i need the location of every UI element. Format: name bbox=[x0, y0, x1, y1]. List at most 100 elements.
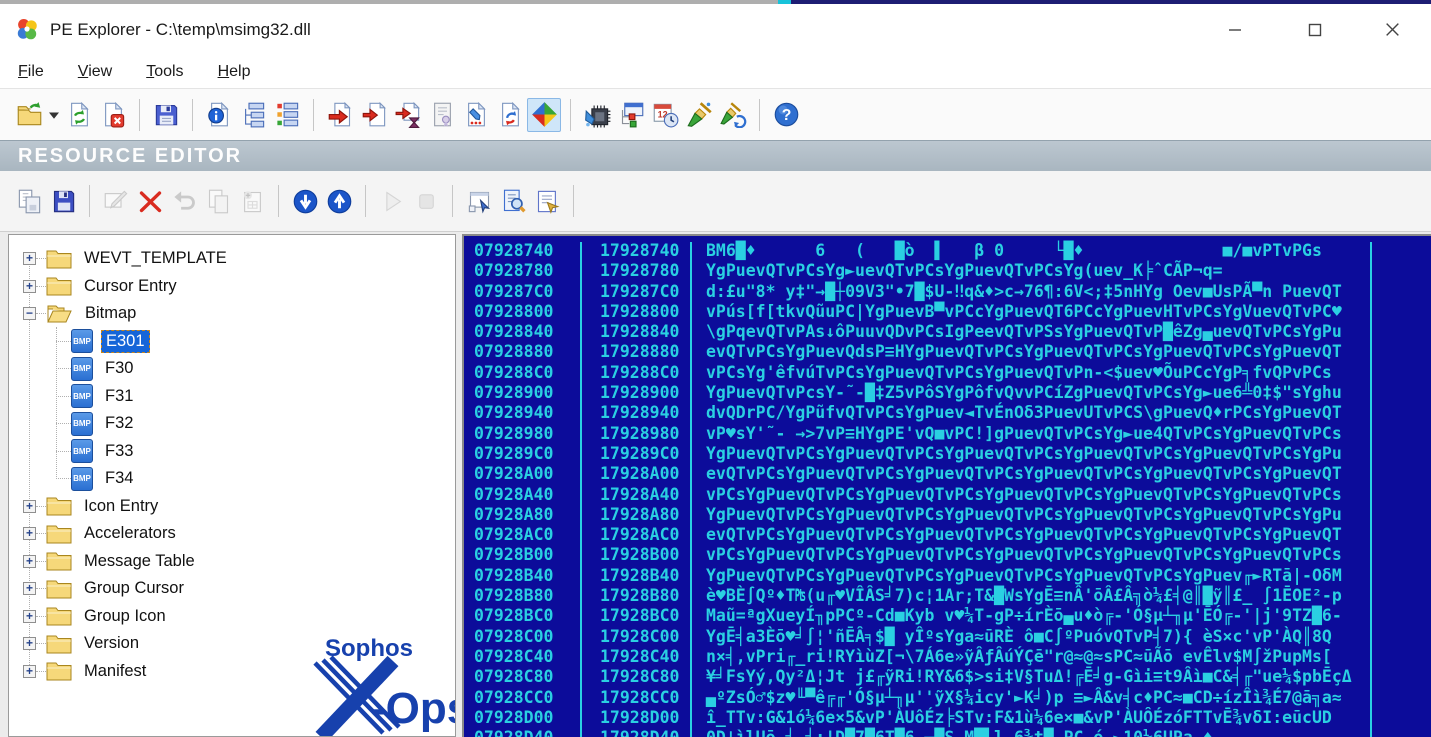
toolbar-separator bbox=[89, 185, 90, 217]
expander-plus-icon[interactable]: + bbox=[23, 527, 36, 540]
hex-row: 0792878017928780YgPuevQTvPCsYg►uevQTvPCs… bbox=[464, 261, 1431, 281]
menu-view[interactable]: View bbox=[78, 63, 112, 81]
tree-item-cursor-entry[interactable]: +Cursor Entry bbox=[9, 273, 455, 301]
resource-viewer-button[interactable] bbox=[496, 184, 530, 218]
hex-offset-2: 17928900 bbox=[600, 383, 679, 403]
open-file-dropdown-button[interactable] bbox=[46, 98, 62, 132]
tree-connector bbox=[56, 451, 71, 452]
hex-offset-1: 07928740 bbox=[474, 241, 553, 261]
expander-plus-icon[interactable]: + bbox=[23, 582, 36, 595]
expander-plus-icon[interactable]: + bbox=[23, 280, 36, 293]
expander-plus-icon[interactable]: + bbox=[23, 555, 36, 568]
save-file-button[interactable] bbox=[149, 98, 183, 132]
expander-plus-icon[interactable]: + bbox=[23, 610, 36, 623]
export-table-button[interactable] bbox=[323, 98, 357, 132]
tree-item-group-icon[interactable]: +Group Icon bbox=[9, 603, 455, 631]
disassembler-button[interactable] bbox=[580, 98, 614, 132]
hex-row: 07928C0017928C00YgĒ╡a3Èō♥╛∫¦'ñĒÂ╕$█ yÎºs… bbox=[464, 627, 1431, 647]
hex-offset-2: 17928C80 bbox=[600, 667, 679, 687]
menu-help[interactable]: Help bbox=[218, 63, 251, 81]
dialog-editor-button[interactable] bbox=[462, 184, 496, 218]
tree-item-bitmap[interactable]: −Bitmap bbox=[9, 300, 455, 328]
copy-item-button[interactable] bbox=[201, 184, 235, 218]
tree-connector bbox=[56, 341, 71, 342]
resource-editor-button[interactable] bbox=[527, 98, 561, 132]
copy-resource-button[interactable] bbox=[12, 184, 46, 218]
reload-file-button[interactable] bbox=[62, 98, 96, 132]
hex-offset-2: 17928940 bbox=[600, 403, 679, 423]
tree-item-e301[interactable]: BMPE301 bbox=[9, 328, 455, 356]
expander-plus-icon[interactable]: + bbox=[23, 637, 36, 650]
hex-ascii-data: d:£u"8* y‡"→█┼09V3"•7█$U-‼q&♦>c→76¶:6V<;… bbox=[706, 282, 1342, 302]
resource-tree-panel[interactable]: +WEVT_TEMPLATE+Cursor Entry−BitmapBMPE30… bbox=[8, 234, 456, 737]
hex-offset-2: 17928740 bbox=[600, 241, 679, 261]
broom-icon bbox=[686, 101, 713, 128]
play-button[interactable] bbox=[375, 184, 409, 218]
expander-minus-icon[interactable]: − bbox=[23, 307, 36, 320]
help-button[interactable]: ? bbox=[769, 98, 803, 132]
cleaner-button[interactable] bbox=[682, 98, 716, 132]
folder-icon bbox=[46, 579, 72, 599]
tree-item-f31[interactable]: BMPF31 bbox=[9, 383, 455, 411]
tree-item-group-cursor[interactable]: +Group Cursor bbox=[9, 575, 455, 603]
data-directories-icon bbox=[274, 101, 301, 128]
import-table-button[interactable] bbox=[357, 98, 391, 132]
maximize-button[interactable] bbox=[1285, 4, 1345, 55]
hex-row: 0792890017928900YgPuevQTvPcsY-˜-█‡Z5vPôS… bbox=[464, 383, 1431, 403]
hex-offset-1: 079289C0 bbox=[474, 444, 553, 464]
hex-row: 07928C8017928C80¥╛FsYý,Qy²Δ¦Jt j£╓ỹRi!RY… bbox=[464, 667, 1431, 687]
stop-button[interactable] bbox=[409, 184, 443, 218]
title-bar[interactable]: PE Explorer - C:\temp\msimg32.dll bbox=[0, 4, 1431, 55]
menu-tools[interactable]: Tools bbox=[146, 63, 183, 81]
expander-plus-icon[interactable]: + bbox=[23, 500, 36, 513]
file-headers-button[interactable] bbox=[236, 98, 270, 132]
expander-plus-icon[interactable]: + bbox=[23, 252, 36, 265]
hex-row: 07928A0017928A00evQTvPCsYgPuevQTvPCsYgPu… bbox=[464, 464, 1431, 484]
delay-import-button[interactable] bbox=[391, 98, 425, 132]
time-date-stamp-button[interactable]: 12 bbox=[648, 98, 682, 132]
hex-row: 07928D0017928D00î_TTv:G&1ó¼6e×5&vP'ÀUôÉz… bbox=[464, 708, 1431, 728]
tree-item-wevt-template[interactable]: +WEVT_TEMPLATE bbox=[9, 245, 455, 273]
undo-button[interactable] bbox=[167, 184, 201, 218]
minimize-icon bbox=[1227, 22, 1243, 38]
rebuilder-button[interactable] bbox=[716, 98, 750, 132]
hex-row: 0792880017928800vPús[f[tkvQũuPC|YgPuevB▀… bbox=[464, 302, 1431, 322]
delete-resource-button[interactable] bbox=[133, 184, 167, 218]
move-down-button[interactable] bbox=[288, 184, 322, 218]
close-file-button[interactable] bbox=[96, 98, 130, 132]
tree-item-icon-entry[interactable]: +Icon Entry bbox=[9, 493, 455, 521]
hex-row: 0792874017928740BM6█♦ 6 ( █ò ▌ β 0 └█♦ ■… bbox=[464, 241, 1431, 261]
add-resource-button[interactable] bbox=[235, 184, 269, 218]
hex-offset-2: 17928A00 bbox=[600, 464, 679, 484]
security-directory-button[interactable] bbox=[425, 98, 459, 132]
rename-resource-button[interactable] bbox=[99, 184, 133, 218]
dialog-editor-icon bbox=[466, 188, 493, 215]
file-info-button[interactable] bbox=[202, 98, 236, 132]
minimize-button[interactable] bbox=[1205, 4, 1265, 55]
close-button[interactable] bbox=[1362, 4, 1422, 55]
relocations-button[interactable] bbox=[493, 98, 527, 132]
tree-item-f30[interactable]: BMPF30 bbox=[9, 355, 455, 383]
tree-item-accelerators[interactable]: +Accelerators bbox=[9, 520, 455, 548]
hex-offset-2: 17928780 bbox=[600, 261, 679, 281]
dependency-scanner-button[interactable] bbox=[614, 98, 648, 132]
save-resource-button[interactable] bbox=[46, 184, 80, 218]
data-directories-button[interactable] bbox=[270, 98, 304, 132]
resource-properties-icon bbox=[534, 188, 561, 215]
watermark-brand: Sophos bbox=[325, 635, 413, 662]
tree-item-f33[interactable]: BMPF33 bbox=[9, 438, 455, 466]
open-file-button[interactable] bbox=[12, 98, 46, 132]
export-icon bbox=[327, 101, 354, 128]
hex-offset-1: 07928940 bbox=[474, 403, 553, 423]
tree-item-f32[interactable]: BMPF32 bbox=[9, 410, 455, 438]
tree: +WEVT_TEMPLATE+Cursor Entry−BitmapBMPE30… bbox=[9, 235, 455, 685]
debug-info-button[interactable] bbox=[459, 98, 493, 132]
hex-offset-1: 07928BC0 bbox=[474, 606, 553, 626]
tree-item-f34[interactable]: BMPF34 bbox=[9, 465, 455, 493]
menu-file[interactable]: File bbox=[18, 63, 44, 81]
expander-plus-icon[interactable]: + bbox=[23, 665, 36, 678]
move-up-button[interactable] bbox=[322, 184, 356, 218]
tree-item-message-table[interactable]: +Message Table bbox=[9, 548, 455, 576]
hex-viewer[interactable]: 0792874017928740BM6█♦ 6 ( █ò ▌ β 0 └█♦ ■… bbox=[462, 234, 1431, 737]
resource-properties-button[interactable] bbox=[530, 184, 564, 218]
